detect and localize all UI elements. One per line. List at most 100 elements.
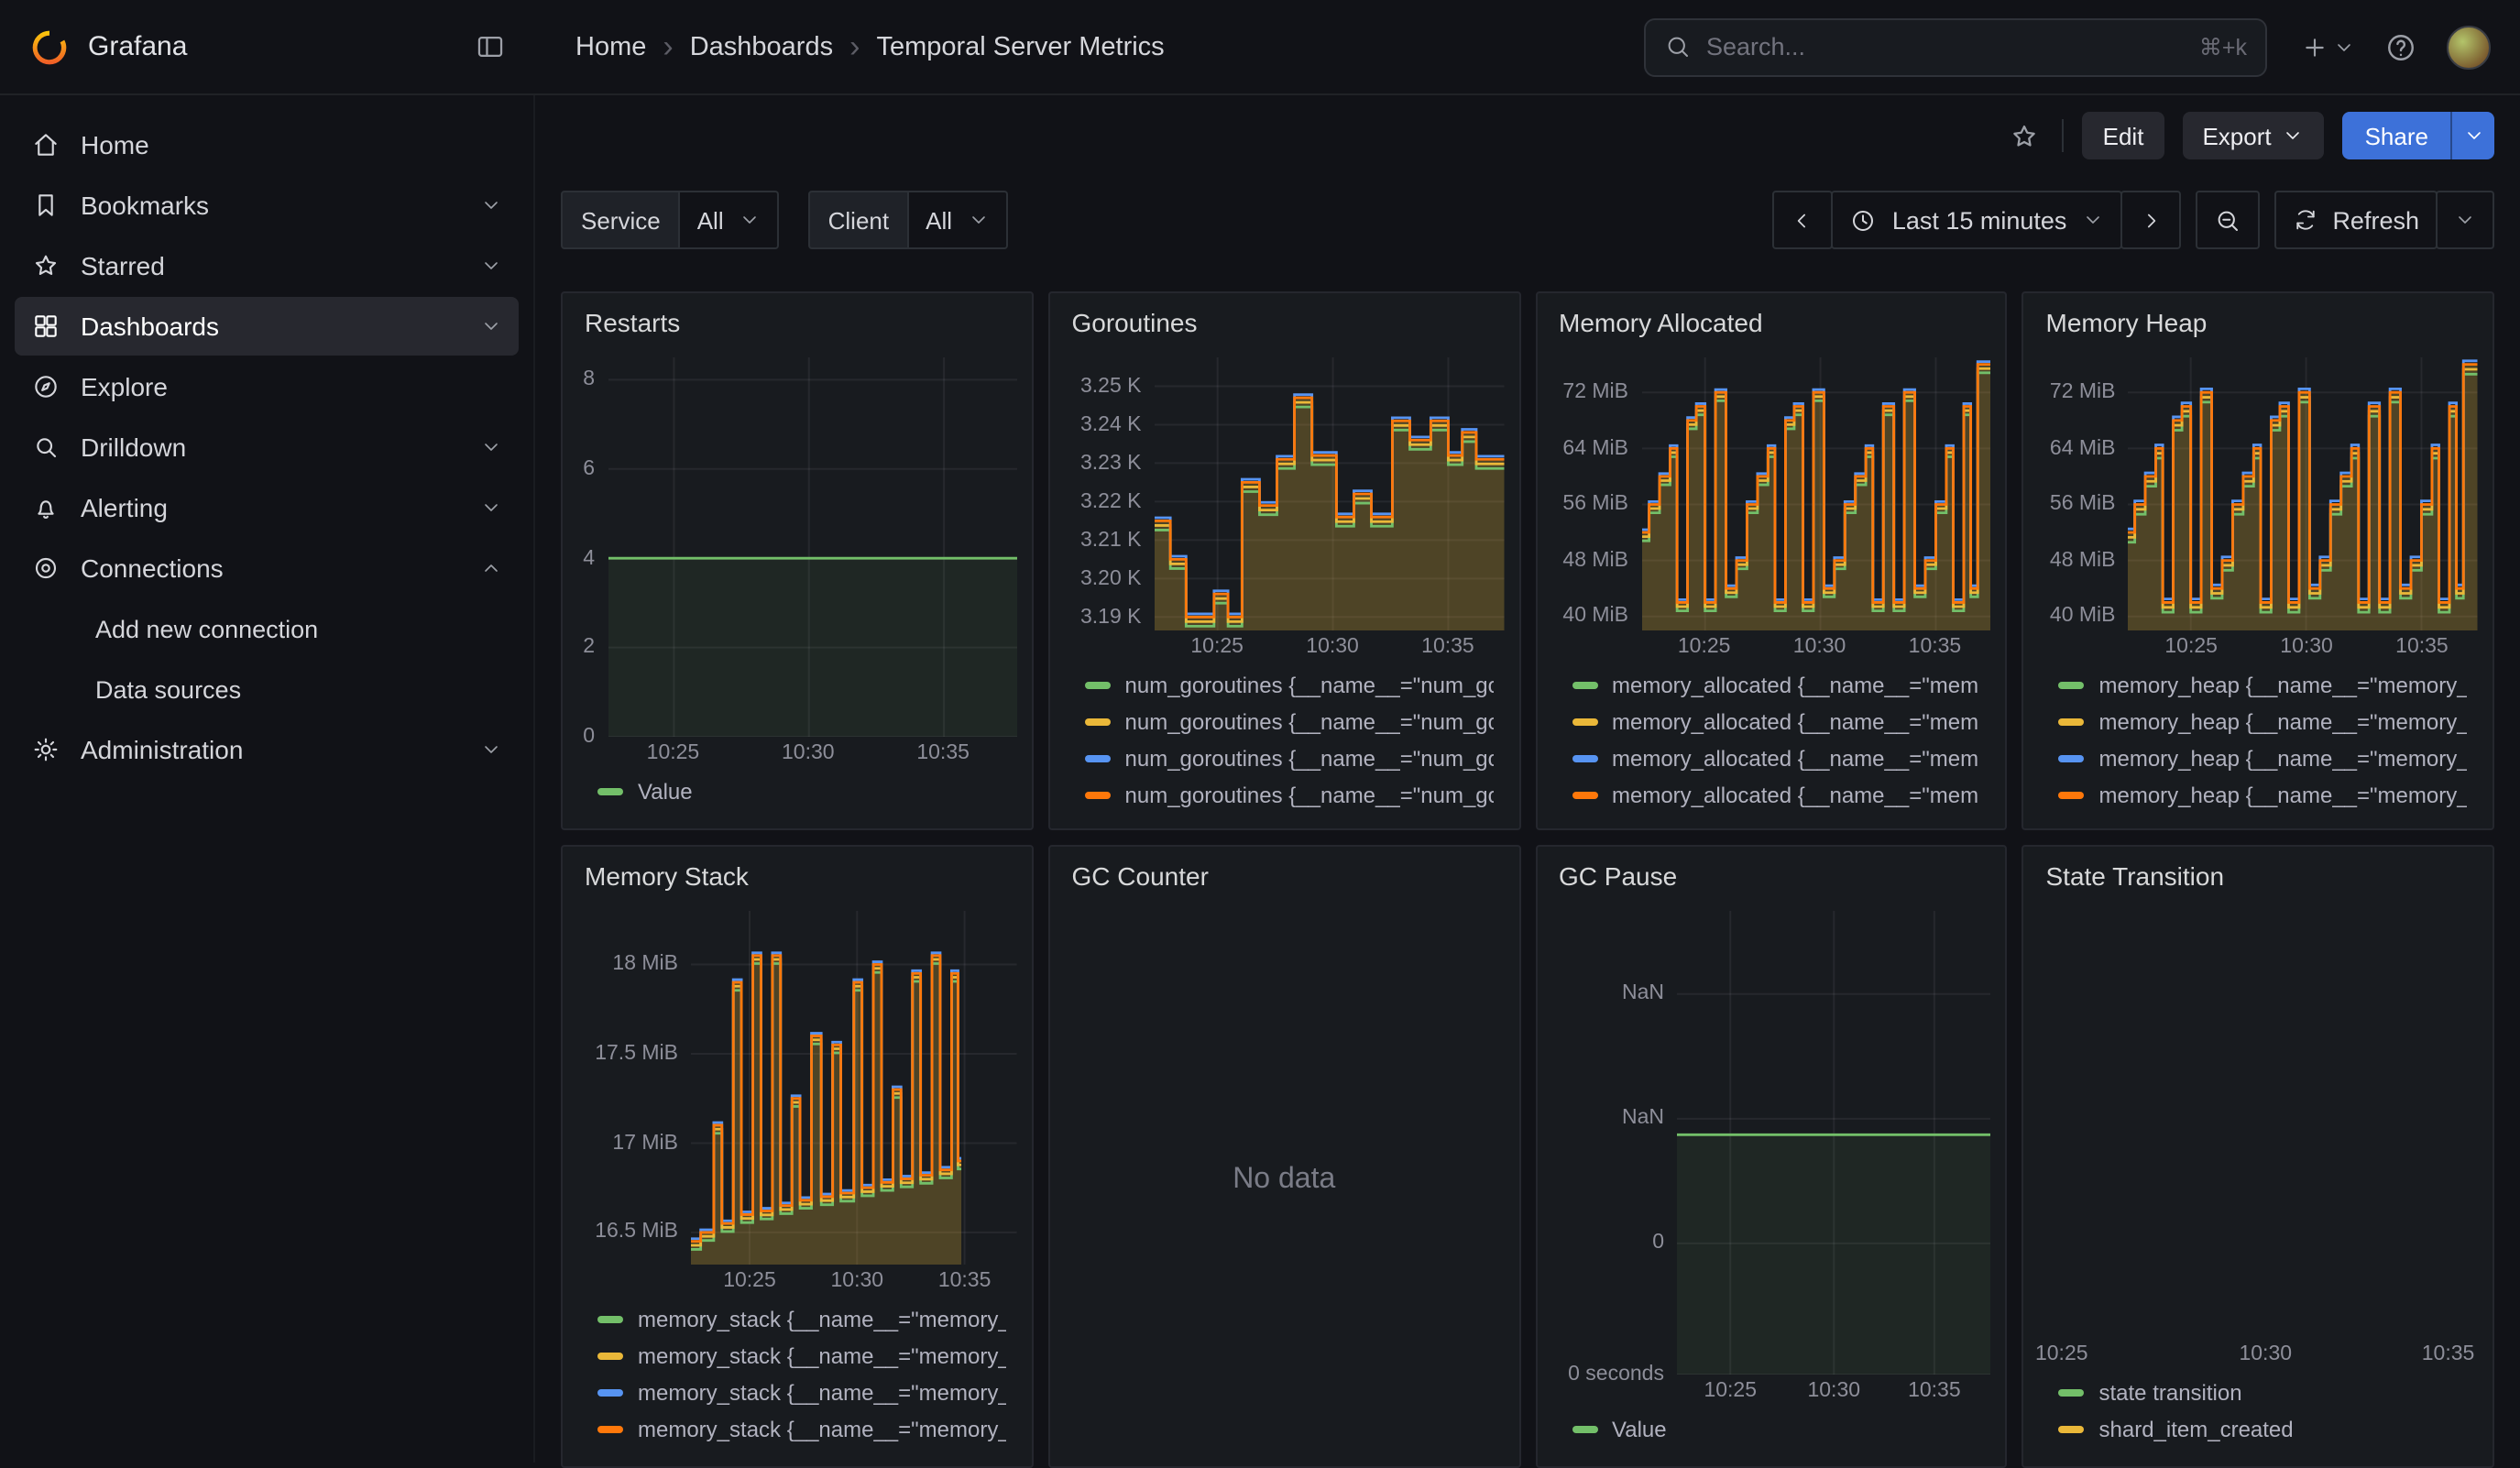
legend-item[interactable]: memory_heap {__name__="memory_h (2046, 740, 2468, 777)
search-box[interactable]: ⌘+k (1644, 17, 2267, 76)
y-tick-label: 48 MiB (1562, 550, 1628, 572)
panel-memory-stack: Memory Stack 18 MiB 17.5 MiB 17 MiB 16.5 MiB… (561, 845, 1034, 1468)
legend-item[interactable]: state transition (2046, 1375, 2468, 1411)
y-tick-label: 72 MiB (2050, 381, 2116, 403)
legend-item[interactable]: memory_allocated {__name__="memo (1559, 777, 1980, 814)
panel-state-transition: State Transition10:2510:3010:35state tra… (2022, 845, 2495, 1468)
panel-title[interactable]: Goroutines (1050, 293, 1519, 341)
sidebar-item-starred[interactable]: Starred (15, 236, 519, 295)
sidebar-item-drilldown[interactable]: Drilldown (15, 418, 519, 477)
series-color-dash (2059, 719, 2085, 726)
sidebar-item-dashboards[interactable]: Dashboards (15, 297, 519, 356)
panel-title[interactable]: Memory Heap (2024, 293, 2493, 341)
legend: memory_stack {__name__="memory_smemory_s… (574, 1298, 1017, 1455)
legend-item[interactable]: memory_heap {__name__="memory_h (2046, 777, 2468, 814)
chart-plot[interactable] (1641, 357, 1991, 630)
share-menu-button[interactable] (2450, 112, 2494, 159)
legend-item[interactable]: memory_stack {__name__="memory_s (585, 1338, 1006, 1375)
chart-plot[interactable] (1155, 357, 1505, 630)
y-tick-label: 40 MiB (1562, 606, 1628, 628)
legend-label: num_goroutines {__name__="num_go (1125, 746, 1494, 772)
legend-item[interactable]: Value (585, 773, 1006, 810)
help-icon[interactable] (2384, 30, 2417, 63)
panel-title[interactable]: Memory Allocated (1537, 293, 2006, 341)
refresh-interval-button[interactable] (2436, 191, 2494, 249)
client-variable-dropdown[interactable]: All (909, 191, 1007, 249)
panel-title[interactable]: Restarts (563, 293, 1032, 341)
panel-title[interactable]: GC Counter (1050, 847, 1519, 894)
edit-button[interactable]: Edit (2083, 112, 2164, 159)
chevron-down-icon (967, 209, 989, 231)
y-tick-label: 17 MiB (612, 1133, 678, 1155)
zoom-out-button[interactable] (2195, 191, 2259, 249)
refresh-button[interactable]: Refresh (2273, 191, 2438, 249)
time-forward-button[interactable] (2120, 191, 2180, 249)
legend-item[interactable]: memory_stack {__name__="memory_s (585, 1301, 1006, 1338)
legend-item[interactable]: memory_heap {__name__="memory_h (2046, 704, 2468, 740)
sidebar-item-administration[interactable]: Administration (15, 720, 519, 779)
y-tick-label: NaN (1622, 983, 1664, 1005)
sidebar-item-label: Starred (81, 251, 165, 280)
legend-item[interactable]: num_goroutines {__name__="num_go (1072, 740, 1494, 777)
y-tick-label: 16.5 MiB (595, 1222, 678, 1243)
export-button[interactable]: Export (2182, 112, 2324, 159)
sidebar-item-home[interactable]: Home (15, 115, 519, 174)
legend: num_goroutines {__name__="num_gonum_goro… (1061, 663, 1505, 817)
legend-item[interactable]: memory_heap {__name__="memory_h (2046, 667, 2468, 704)
legend-item[interactable]: memory_stack {__name__="memory_s (585, 1411, 1006, 1448)
favorite-star-button[interactable] (2006, 116, 2044, 155)
chevron-down-icon (480, 194, 502, 216)
breadcrumb-home[interactable]: Home (575, 32, 646, 61)
legend-item[interactable]: Value (1559, 1411, 1980, 1448)
no-data-message: No data (1050, 894, 1519, 1466)
star-icon (31, 251, 60, 280)
sidebar-item-label: Connections (81, 553, 224, 583)
sidebar-item-explore[interactable]: Explore (15, 357, 519, 416)
sidebar-item-connections[interactable]: Connections (15, 539, 519, 597)
legend-item[interactable]: num_goroutines {__name__="num_go (1072, 777, 1494, 814)
search-input[interactable] (1706, 33, 2185, 60)
sidebar-item-label: Home (81, 130, 149, 159)
legend-label: Value (638, 779, 693, 805)
x-tick-label: 10:30 (1793, 636, 1846, 658)
legend-item[interactable]: memory_allocated {__name__="memo (1559, 740, 1980, 777)
legend-item[interactable]: memory_allocated {__name__="memo (1559, 704, 1980, 740)
legend-label: memory_stack {__name__="memory_s (638, 1343, 1006, 1369)
service-variable-dropdown[interactable]: All (681, 191, 779, 249)
legend-item[interactable]: memory_stack {__name__="memory_s (585, 1375, 1006, 1411)
chart-plot[interactable] (1677, 911, 1991, 1375)
sidebar-item-bookmarks[interactable]: Bookmarks (15, 176, 519, 235)
chart-plot[interactable] (2129, 357, 2479, 630)
panel-title[interactable]: GC Pause (1537, 847, 2006, 894)
new-menu-button[interactable] (2300, 32, 2355, 61)
export-label: Export (2202, 122, 2271, 149)
chevron-down-icon (480, 739, 502, 761)
chart-plot[interactable] (2054, 911, 2479, 1338)
chart-plot[interactable] (691, 911, 1017, 1265)
sidebar-item-label: Drilldown (81, 433, 186, 462)
chart-plot[interactable] (608, 357, 1017, 737)
sidebar-item-add-new-connection[interactable]: Add new connection (15, 599, 519, 658)
legend-item[interactable]: num_goroutines {__name__="num_go (1072, 667, 1494, 704)
legend-item[interactable]: memory_allocated {__name__="memo (1559, 667, 1980, 704)
x-axis: 10:2510:3010:35 (1641, 630, 1991, 663)
legend-item[interactable]: shard_item_created (2046, 1411, 2468, 1448)
x-tick-label: 10:25 (2035, 1343, 2088, 1365)
sidebar-item-data-sources[interactable]: Data sources (15, 660, 519, 718)
zoom-out-icon (2213, 206, 2241, 234)
sidebar-item-alerting[interactable]: Alerting (15, 478, 519, 537)
legend: state transitionshard_item_created (2035, 1371, 2479, 1455)
user-avatar[interactable] (2447, 25, 2491, 69)
share-button[interactable]: Share (2343, 112, 2450, 159)
y-tick-label: 17.5 MiB (595, 1043, 678, 1065)
time-range-picker[interactable]: Last 15 minutes (1832, 191, 2122, 249)
breadcrumb-dashboards[interactable]: Dashboards (690, 32, 833, 61)
sidebar-toggle-button[interactable] (475, 31, 506, 62)
y-tick-label: 3.19 K (1080, 606, 1142, 628)
y-tick-label: 18 MiB (612, 954, 678, 976)
legend-item[interactable]: num_goroutines {__name__="num_go (1072, 704, 1494, 740)
panel-title[interactable]: State Transition (2024, 847, 2493, 894)
panel-title[interactable]: Memory Stack (563, 847, 1032, 894)
x-tick-label: 10:25 (647, 742, 700, 764)
time-back-button[interactable] (1773, 191, 1834, 249)
